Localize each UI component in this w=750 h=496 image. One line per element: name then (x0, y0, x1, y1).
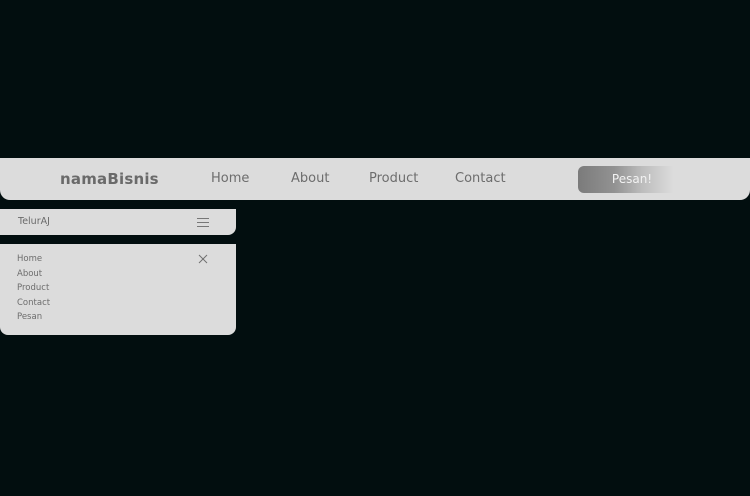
hamburger-line (197, 222, 209, 223)
mobile-menu-item-contact[interactable]: Contact (17, 296, 50, 311)
nav-link-about[interactable]: About (291, 158, 329, 200)
desktop-navbar: namaBisnis Home About Product Contact Pe… (0, 158, 750, 200)
nav-link-product[interactable]: Product (369, 158, 418, 200)
close-icon[interactable] (198, 254, 208, 264)
nav-link-home[interactable]: Home (211, 158, 249, 200)
mobile-menu-item-about[interactable]: About (17, 267, 50, 282)
mobile-brand-text[interactable]: TelurAJ (18, 209, 50, 235)
mobile-dropdown-menu: Home About Product Contact Pesan (0, 244, 236, 335)
order-button[interactable]: Pesan! (578, 166, 682, 193)
mobile-menu-item-product[interactable]: Product (17, 281, 50, 296)
hamburger-line (197, 218, 209, 219)
hamburger-line (197, 226, 209, 227)
nav-link-contact[interactable]: Contact (455, 158, 506, 200)
mobile-menu-list: Home About Product Contact Pesan (17, 252, 50, 325)
mobile-menu-item-pesan[interactable]: Pesan (17, 310, 50, 325)
mobile-menu-item-home[interactable]: Home (17, 252, 50, 267)
hamburger-menu-icon[interactable] (197, 218, 209, 227)
brand-logo-text[interactable]: namaBisnis (60, 158, 159, 200)
mobile-header-bar: TelurAJ (0, 209, 236, 235)
